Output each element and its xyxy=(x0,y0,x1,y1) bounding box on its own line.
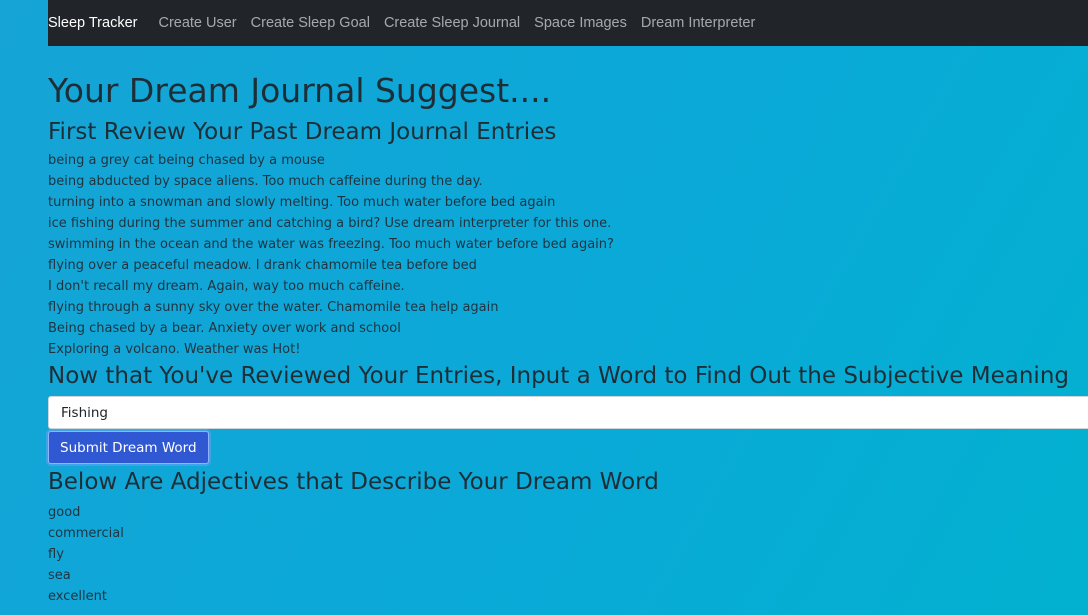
brand-link[interactable]: Sleep Tracker xyxy=(48,15,137,31)
adjective-item: good xyxy=(48,505,81,520)
journal-entries-list: being a grey cat being chased by a mouse… xyxy=(48,150,1088,360)
adjectives-heading: Below Are Adjectives that Describe Your … xyxy=(48,469,659,495)
adjective-item: commercial xyxy=(48,526,124,541)
page-title: Your Dream Journal Suggest.... xyxy=(48,71,552,110)
top-navbar: Sleep Tracker Create User Create Sleep G… xyxy=(48,0,1088,46)
nav-link-create-user[interactable]: Create User xyxy=(158,15,236,31)
adjective-item: sea xyxy=(48,568,71,583)
nav-link-dream-interpreter[interactable]: Dream Interpreter xyxy=(641,15,755,31)
journal-entry: flying over a peaceful meadow. I drank c… xyxy=(48,258,477,273)
dream-word-input[interactable] xyxy=(48,396,1088,429)
journal-entry: being abducted by space aliens. Too much… xyxy=(48,174,483,189)
nav-link-space-images[interactable]: Space Images xyxy=(534,15,627,31)
review-heading: First Review Your Past Dream Journal Ent… xyxy=(48,119,557,145)
journal-entry: swimming in the ocean and the water was … xyxy=(48,237,614,252)
submit-dream-word-button[interactable]: Submit Dream Word xyxy=(48,431,209,464)
adjective-item: fly xyxy=(48,547,64,562)
journal-entry: I don't recall my dream. Again, way too … xyxy=(48,279,405,294)
adjective-item: excellent xyxy=(48,589,107,604)
input-heading: Now that You've Reviewed Your Entries, I… xyxy=(48,363,1069,389)
journal-entry: being a grey cat being chased by a mouse xyxy=(48,153,325,168)
journal-entry: ice fishing during the summer and catchi… xyxy=(48,216,612,231)
journal-entry: Exploring a volcano. Weather was Hot! xyxy=(48,342,301,357)
nav-link-create-sleep-goal[interactable]: Create Sleep Goal xyxy=(251,15,370,31)
journal-entry: turning into a snowman and slowly meltin… xyxy=(48,195,556,210)
journal-entry: Being chased by a bear. Anxiety over wor… xyxy=(48,321,401,336)
journal-entry: flying through a sunny sky over the wate… xyxy=(48,300,499,315)
nav-link-create-sleep-journal[interactable]: Create Sleep Journal xyxy=(384,15,520,31)
adjectives-list: good commercial fly sea excellent xyxy=(48,502,1088,607)
main-content: Your Dream Journal Suggest.... First Rev… xyxy=(48,66,1088,607)
